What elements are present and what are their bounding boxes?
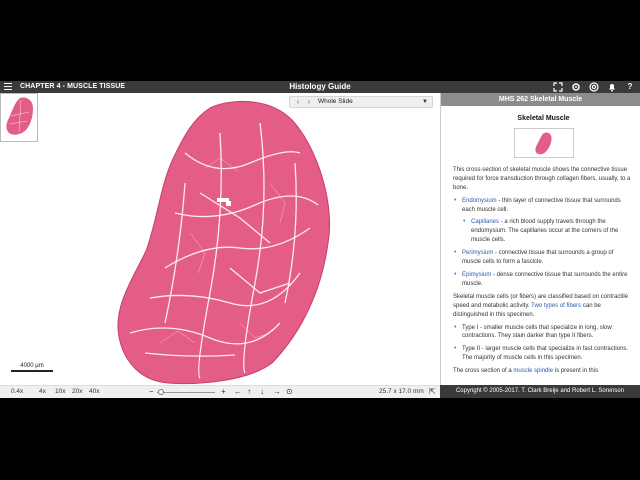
- spindle-paragraph: The cross section of a muscle spindle is…: [453, 367, 634, 376]
- slide-viewer[interactable]: ‹ › Whole Slide ▼ 4000 µm: [0, 93, 440, 385]
- panel-body: Skeletal Muscle This cross-section of sk…: [441, 115, 640, 376]
- panel-thumbnail[interactable]: [513, 127, 574, 158]
- list-item: • Type I - smaller muscle cells that spe…: [453, 324, 634, 342]
- scale-label: 4000 µm: [20, 363, 44, 369]
- fiber-types-paragraph: Skeletal muscle cells (or fibers) are cl…: [453, 293, 634, 320]
- collapse-panel-icon[interactable]: ⇱: [429, 386, 436, 398]
- list-item: • Perimysium - connective tissue that su…: [453, 249, 634, 267]
- viewer-toolbar: 0.4x 4x 10x 20x 40x − + ← ↑ ↓ → ⊙ 25.7 x…: [0, 385, 440, 398]
- copyright-footer: Copyright © 2005-2017. T. Clark Brelje a…: [440, 385, 640, 398]
- list-item: • Epimysium - dense connective tissue th…: [453, 271, 634, 289]
- arrow-right-icon[interactable]: →: [273, 386, 281, 398]
- zoom-out-button[interactable]: −: [149, 386, 154, 398]
- type-i-text: Type I - smaller muscle cells that speci…: [462, 324, 612, 340]
- next-slide-button[interactable]: ›: [303, 97, 315, 107]
- bullet-icon: •: [454, 249, 457, 257]
- arrow-left-icon[interactable]: ←: [234, 386, 242, 398]
- tissue-section[interactable]: [0, 93, 440, 385]
- bullet-icon: •: [463, 218, 466, 226]
- reset-view-icon[interactable]: ⊙: [286, 386, 293, 398]
- panel-title: Skeletal Muscle: [517, 115, 570, 122]
- perimysium-link[interactable]: Perimysium: [462, 250, 493, 256]
- fiber-types-link[interactable]: Two types of fibers: [531, 303, 581, 309]
- panel-header: MHS 262 Skeletal Muscle: [441, 93, 640, 106]
- zoom-slider-handle[interactable]: [158, 389, 164, 395]
- arrow-down-icon[interactable]: ↓: [260, 386, 264, 398]
- top-bar: CHAPTER 4 - MUSCLE TISSUE Histology Guid…: [0, 81, 640, 93]
- menu-icon[interactable]: [4, 83, 12, 91]
- slide-selector[interactable]: ‹ › Whole Slide ▼: [289, 96, 433, 108]
- histology-app: CHAPTER 4 - MUSCLE TISSUE Histology Guid…: [0, 81, 640, 398]
- scale-line: [11, 370, 53, 372]
- help-ring-icon[interactable]: [589, 82, 599, 92]
- bullet-icon: •: [454, 196, 457, 204]
- paragraph-text: is present in this: [553, 368, 599, 375]
- list-item: • Capillaries - a rich blood supply trav…: [462, 218, 634, 245]
- slide-selector-value[interactable]: Whole Slide: [318, 97, 353, 107]
- intro-text: This cross-section of skeletal muscle sh…: [453, 166, 631, 191]
- bell-icon[interactable]: [607, 82, 617, 92]
- chapter-title[interactable]: CHAPTER 4 - MUSCLE TISSUE: [20, 82, 125, 92]
- slide-thumbnail[interactable]: [0, 93, 38, 142]
- current-zoom: 0.4x: [11, 388, 24, 395]
- capillaries-link[interactable]: Capillaries: [471, 219, 499, 225]
- zoom-20x-button[interactable]: 20x: [72, 386, 82, 398]
- list-item: • Endomysium - thin layer of connective …: [453, 197, 634, 215]
- list-item: • Type II - larger muscle cells that spe…: [453, 345, 634, 363]
- settings-icon[interactable]: [571, 82, 581, 92]
- zoom-4x-button[interactable]: 4x: [39, 386, 46, 398]
- zoom-slider[interactable]: [157, 392, 215, 393]
- bullet-icon: •: [454, 270, 457, 278]
- zoom-10x-button[interactable]: 10x: [55, 386, 65, 398]
- paragraph-text: The cross section of a: [453, 368, 514, 375]
- slide-dimensions: 25.7 x 17.0 mm: [379, 388, 424, 395]
- chevron-down-icon[interactable]: ▼: [422, 97, 428, 107]
- bullet-icon: •: [454, 345, 457, 353]
- type-ii-text: Type II - larger muscle cells that speci…: [462, 346, 629, 362]
- muscle-spindle-link[interactable]: muscle spindle: [513, 368, 553, 374]
- scale-bar: 4000 µm: [11, 363, 53, 372]
- bullet-icon: •: [454, 323, 457, 331]
- info-panel[interactable]: MHS 262 Skeletal Muscle Skeletal Muscle …: [440, 93, 640, 385]
- question-icon[interactable]: ?: [625, 82, 635, 92]
- zoom-in-button[interactable]: +: [221, 386, 226, 398]
- epimysium-link[interactable]: Epimysium: [462, 272, 491, 278]
- zoom-40x-button[interactable]: 40x: [89, 386, 99, 398]
- arrow-up-icon[interactable]: ↑: [247, 386, 251, 398]
- fullscreen-icon[interactable]: [553, 82, 563, 92]
- endomysium-link[interactable]: Endomysium: [462, 198, 497, 204]
